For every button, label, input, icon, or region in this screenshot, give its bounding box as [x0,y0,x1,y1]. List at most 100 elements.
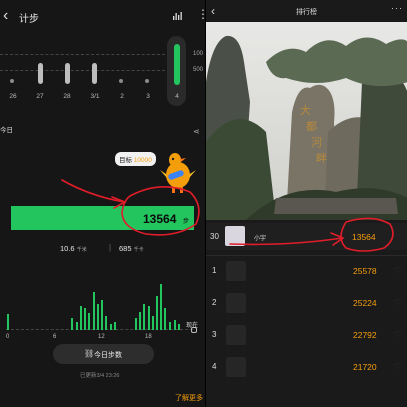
hour-bar [110,324,112,330]
y-label-mid: 500 [193,67,204,73]
hour-bar [156,296,158,330]
mascot-illustration [160,153,196,193]
hour-bar [135,318,137,330]
hour-bar [143,304,145,330]
avatar[interactable] [226,293,246,313]
grid-line [0,70,170,71]
steps-count: 13564 [143,212,177,226]
avatar[interactable] [225,226,245,246]
day-dot [145,79,149,83]
distance-unit: 千米 [76,247,87,253]
goal-label: 目标 [119,157,132,164]
avatar[interactable] [226,357,246,377]
stats-icon[interactable] [172,11,182,21]
hour-bar [97,304,99,330]
rank-number: 1 [212,266,217,275]
more-icon[interactable]: ⋮ [197,8,205,20]
hour-bar [76,322,78,330]
hour-bar [71,318,73,330]
day-dot [119,79,123,83]
hour-label: 0 [6,334,10,340]
hour-bar [160,284,162,330]
svg-text:畔: 畔 [316,152,327,165]
hourly-steps-chart: 0 6 12 18 [0,280,205,340]
day-label[interactable]: 3 [140,93,156,100]
day-bar [38,63,43,84]
day-label[interactable]: 2 [114,93,130,100]
rank-steps: 25578 [353,266,377,276]
hour-bar [178,324,180,330]
hour-bar [114,322,116,330]
hour-bar [139,312,141,330]
rank-steps: 22792 [353,330,377,340]
svg-text:大: 大 [300,103,311,117]
distance-value: 10.6 [60,244,75,253]
rank-steps: 25224 [353,298,377,308]
calories-value: 685 [119,244,132,253]
day-bar [92,63,97,84]
hour-label: 6 [53,334,57,340]
rank-steps: 21720 [353,362,377,372]
day-bar [65,63,70,84]
hour-bar [152,316,154,330]
page-title: 计步 [19,14,39,25]
leaderboard-row[interactable]: 2 25224 ♡ [206,288,407,318]
grid-line [0,54,170,55]
top-bar: ‹ 计步 ⋮ [0,0,205,34]
hour-bar [169,322,171,330]
share-icon[interactable]: ⋖ [193,127,200,136]
step-counter-pane: ‹ 计步 ⋮ 100 500 26 27 28 3/1 2 3 4 今日 ⋖ 目… [0,0,205,407]
hour-bar [174,320,176,330]
day-label[interactable]: 28 [59,93,75,100]
day-label[interactable]: 26 [5,93,21,100]
rank-number: 4 [212,362,217,371]
steps-unit: 步 [183,219,190,225]
my-rank-row[interactable]: 30 小宇 13564 [206,223,407,250]
leaderboard-title: 排行榜 [296,9,317,16]
hour-label: 18 [145,334,152,340]
distance-stat: 10.6 千米 [60,244,87,253]
heart-icon[interactable]: ♡ [394,298,401,307]
hour-bar [84,308,86,330]
calories-unit: 千卡 [133,247,144,253]
heart-icon[interactable]: ♡ [394,266,401,275]
day-dot [10,79,14,83]
my-rank: 30 [210,232,219,241]
learn-more-link[interactable]: 了解更多 [175,393,203,403]
goal-value: 10000 [133,157,152,164]
avatar[interactable] [226,261,246,281]
now-label: 现在 [186,323,199,329]
leaderboard-row[interactable]: 3 22792 ♡ [206,320,407,350]
day-label[interactable]: 27 [32,93,48,100]
today-steps-button-label: 今日步数 [94,352,122,359]
today-steps-button[interactable]: ⛓ 今日步数 [53,344,154,364]
leaderboard-row[interactable]: 4 21720 ♡ [206,352,407,382]
goal-bubble: 目标 10000 [115,152,156,166]
hour-label: 12 [98,334,105,340]
cover-photo[interactable]: 大 都 河 畔 [206,22,407,220]
rank-number: 3 [212,330,217,339]
hour-bar [80,306,82,330]
heart-icon[interactable]: ♡ [394,362,401,371]
hour-bar [93,292,95,330]
link-icon: ⛓ [84,349,95,358]
calories-stat: 685 千卡 [119,244,144,253]
back-icon[interactable]: ‹ [211,4,215,18]
heart-icon[interactable]: ♡ [394,330,401,339]
hour-bar [105,316,107,330]
hour-bar [101,300,103,330]
more-icon[interactable]: ··· [391,3,403,13]
my-steps: 13564 [352,232,376,242]
y-label-top: 100 [193,51,204,57]
day-label[interactable]: 3/1 [87,93,103,100]
back-icon[interactable]: ‹ [3,7,8,25]
selected-day-bar [174,44,180,85]
leaderboard-row[interactable]: 1 25578 ♡ [206,256,407,286]
leaderboard-pane: ‹ 排行榜 ··· 大 都 河 畔 30 小宇 13564 1 25578 ♡ … [205,0,407,407]
leaderboard-top-bar: ‹ 排行榜 ··· [206,0,407,22]
avatar[interactable] [226,325,246,345]
stat-divider: | [109,243,112,252]
day-label[interactable]: 4 [169,93,185,100]
hour-bar [148,306,150,330]
hour-bar [88,313,90,330]
